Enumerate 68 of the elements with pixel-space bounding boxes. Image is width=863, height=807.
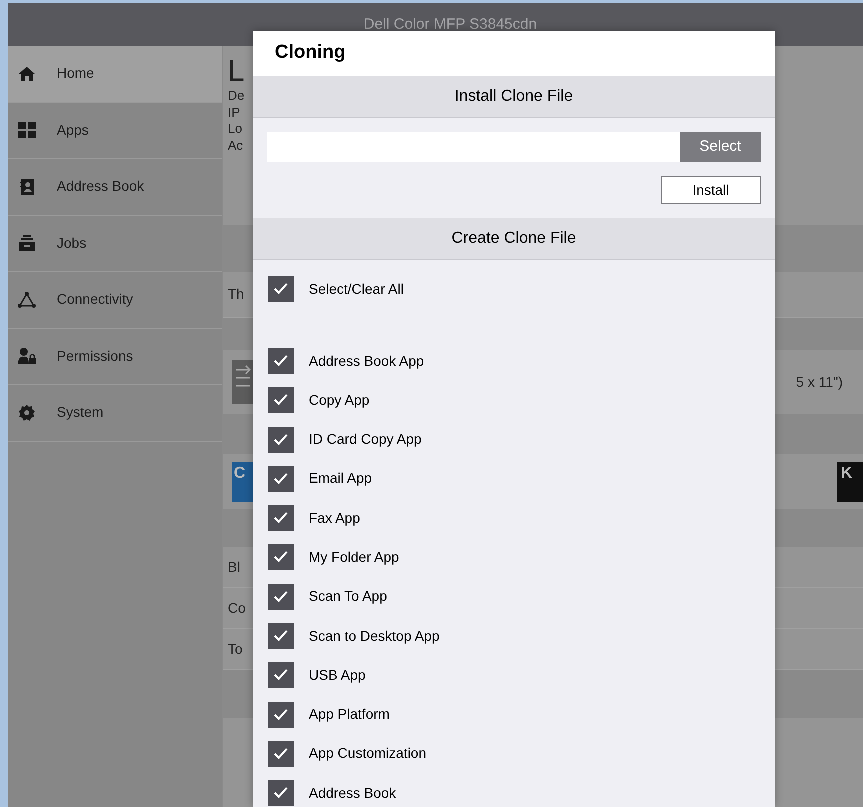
info-line: De — [228, 88, 245, 104]
install-button[interactable]: Install — [661, 176, 761, 204]
checkbox[interactable] — [268, 426, 294, 453]
counter-label: To — [228, 640, 243, 658]
toner-label: K — [837, 462, 863, 502]
sidebar-item[interactable]: Apps — [8, 102, 222, 159]
section-header: Install Clone File — [253, 76, 775, 118]
checkbox-label: ID Card Copy App — [309, 430, 422, 450]
checkbox-label: Scan To App — [309, 587, 388, 606]
checkmark-icon — [273, 472, 289, 486]
info-line: Lo — [228, 121, 242, 138]
checkbox[interactable] — [268, 740, 294, 767]
checkbox-label: USB App — [309, 666, 366, 685]
checkbox[interactable] — [268, 505, 294, 532]
checkmark-icon — [273, 708, 289, 722]
paper-size-text: 5 x 11") — [796, 372, 843, 392]
checkbox[interactable] — [268, 584, 294, 610]
checkbox-label: App Platform — [309, 705, 390, 724]
checkbox-label: Fax App — [309, 508, 360, 528]
checkbox-label: App Customization — [309, 744, 427, 764]
settings-icon — [19, 404, 35, 421]
section-header: Create Clone File — [253, 218, 775, 260]
checkbox[interactable] — [268, 544, 294, 570]
checkbox-label: Select/Clear All — [309, 280, 404, 298]
checkbox[interactable] — [268, 623, 294, 650]
checkbox[interactable] — [268, 662, 294, 688]
dialog-title: Cloning — [275, 41, 346, 66]
counter-label: Bl — [228, 558, 240, 576]
checkbox[interactable] — [268, 387, 294, 414]
checkmark-icon — [273, 432, 289, 447]
checkbox[interactable] — [268, 780, 294, 806]
grid-icon — [18, 122, 36, 138]
window-title: Dell Color MFP S3845cdn — [362, 16, 538, 32]
checkbox-label: Copy App — [309, 390, 370, 410]
sidebar-item[interactable]: Home — [8, 46, 222, 102]
file-path-field[interactable] — [267, 132, 680, 162]
checkbox-label: My Folder App — [309, 548, 400, 567]
info-line: Ac — [228, 138, 244, 154]
checkmark-icon — [273, 668, 289, 682]
network-icon — [18, 292, 36, 308]
checkmark-icon — [273, 746, 289, 761]
status-text: Th — [228, 285, 244, 304]
checkbox-label: Scan to Desktop App — [309, 626, 440, 646]
sidebar-item[interactable]: Jobs — [8, 216, 222, 272]
checkbox[interactable] — [268, 702, 294, 728]
checkmark-icon — [273, 786, 289, 800]
checkmark-icon — [273, 282, 289, 296]
address-book-icon — [20, 178, 34, 195]
checkbox-label: Address Book — [309, 784, 396, 803]
checkmark-icon — [273, 511, 289, 526]
page-heading: L — [228, 56, 245, 88]
select-button[interactable]: Select — [680, 132, 761, 162]
checkbox[interactable] — [268, 276, 294, 302]
checkbox-label: Address Book App — [309, 352, 424, 371]
checkbox[interactable] — [268, 466, 294, 492]
user-lock-icon — [18, 348, 36, 364]
checkmark-icon — [273, 629, 289, 644]
checkbox-label: Email App — [309, 469, 372, 488]
info-line: IP — [228, 104, 240, 121]
checkmark-icon — [273, 590, 289, 604]
checkmark-icon — [273, 393, 289, 408]
tray-icon — [19, 235, 35, 252]
counter-label: Co — [228, 598, 246, 618]
checkmark-icon — [273, 550, 289, 564]
checkmark-icon — [273, 354, 289, 368]
checkbox[interactable] — [268, 348, 294, 374]
sidebar-item[interactable]: Permissions — [8, 328, 222, 385]
house-icon — [18, 66, 36, 82]
